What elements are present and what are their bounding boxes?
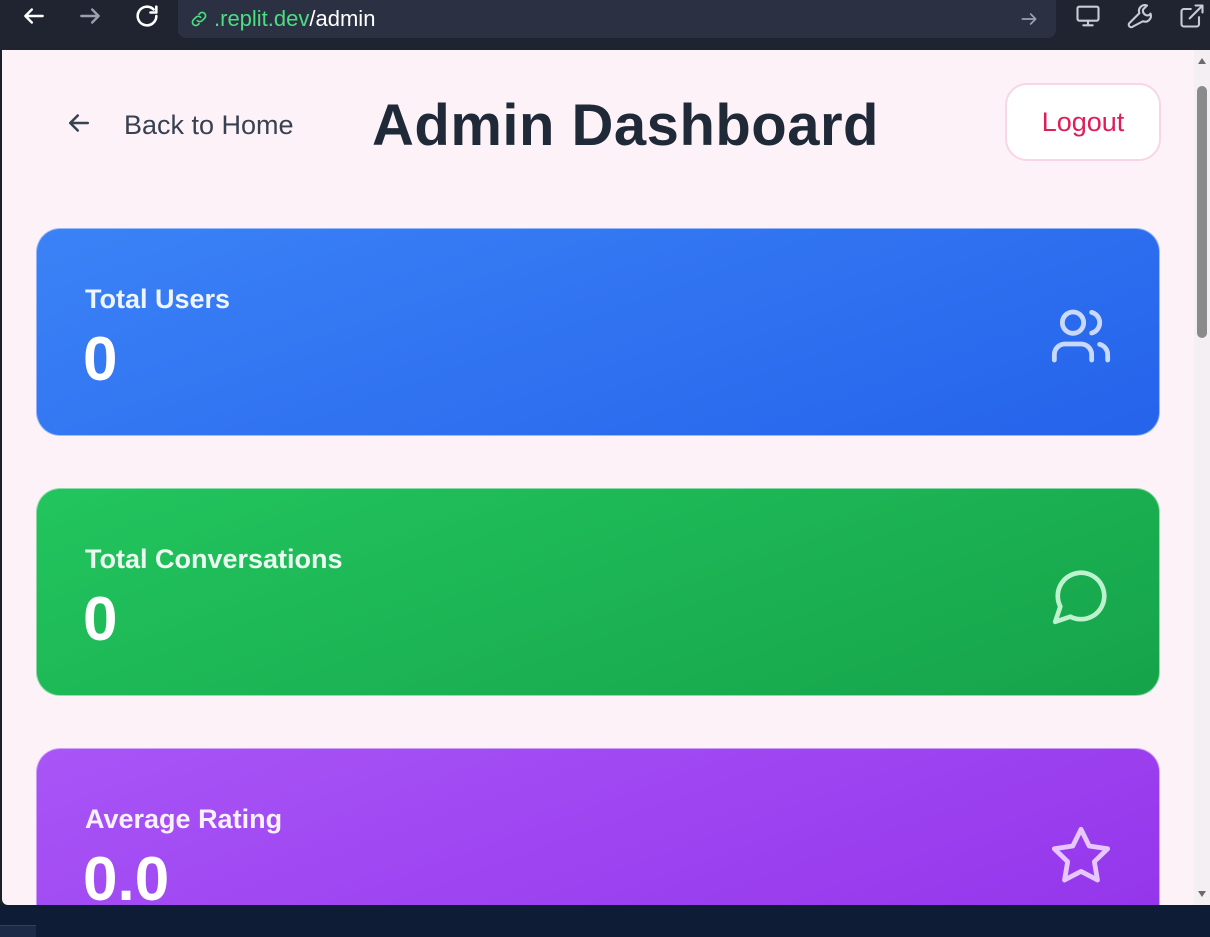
- scroll-up-icon[interactable]: [1197, 56, 1207, 66]
- stat-value: 0.0: [83, 845, 170, 905]
- page-scrollbar[interactable]: [1194, 50, 1210, 905]
- scrollbar-thumb[interactable]: [1197, 86, 1207, 338]
- external-link-icon[interactable]: [1172, 0, 1210, 32]
- stat-label: Total Conversations: [85, 544, 343, 574]
- stat-card-total-users: Total Users 0: [36, 228, 1160, 436]
- address-bar[interactable]: .replit.dev/admin: [178, 0, 1056, 38]
- page-header: Back to Home Admin Dashboard Logout: [2, 50, 1192, 220]
- url-path: /admin: [309, 6, 376, 31]
- reload-icon[interactable]: [127, 0, 167, 32]
- os-taskbar: [0, 905, 1210, 937]
- back-arrow-icon[interactable]: [14, 0, 54, 32]
- star-icon: [1049, 824, 1113, 888]
- message-circle-icon: [1049, 564, 1113, 628]
- stat-value: 0: [83, 585, 118, 654]
- stat-value: 0: [83, 325, 118, 394]
- browser-toolbar: .replit.dev/admin: [0, 0, 1210, 50]
- stat-label: Total Users: [85, 284, 231, 314]
- stat-card-total-conversations: Total Conversations 0: [36, 488, 1160, 696]
- stat-label: Average Rating: [85, 804, 283, 834]
- logout-button[interactable]: Logout: [1005, 83, 1161, 161]
- monitor-icon[interactable]: [1068, 0, 1108, 32]
- forward-arrow-icon[interactable]: [70, 0, 110, 32]
- stat-card-average-rating: Average Rating 0.0: [36, 748, 1160, 905]
- arrow-left-icon: [64, 108, 94, 143]
- back-to-home-link[interactable]: Back to Home: [64, 105, 294, 145]
- url-host: .replit.dev: [214, 6, 310, 31]
- back-to-home-label: Back to Home: [124, 109, 294, 140]
- wrench-icon[interactable]: [1120, 0, 1160, 32]
- page-title: Admin Dashboard: [372, 93, 879, 158]
- link-icon: [188, 8, 210, 30]
- scroll-down-icon[interactable]: [1197, 889, 1207, 899]
- page-viewport: Back to Home Admin Dashboard Logout Tota…: [2, 50, 1210, 905]
- taskbar-item[interactable]: [0, 925, 36, 937]
- users-icon: [1049, 304, 1113, 368]
- go-icon[interactable]: [1014, 4, 1044, 34]
